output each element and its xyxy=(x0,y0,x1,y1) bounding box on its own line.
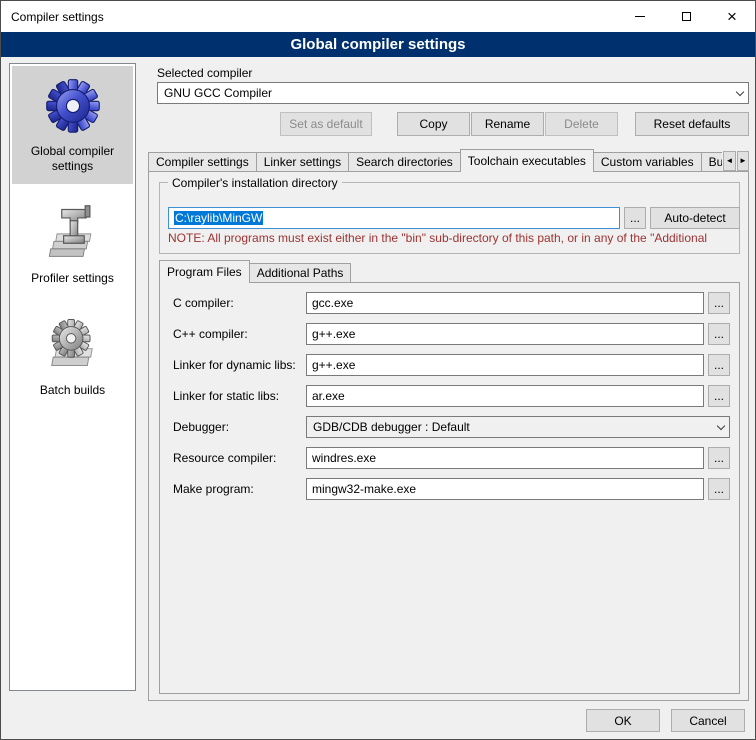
profiler-icon xyxy=(43,202,103,262)
program-files-panel: C compiler: gcc.exe ... C++ compiler: g+… xyxy=(159,282,740,694)
selected-compiler-select[interactable]: GNU GCC Compiler xyxy=(157,82,749,104)
tab-compiler-settings[interactable]: Compiler settings xyxy=(148,152,257,171)
cancel-button[interactable]: Cancel xyxy=(671,709,745,732)
minimize-button[interactable] xyxy=(617,1,663,32)
chevron-down-icon xyxy=(712,417,729,437)
cpp-compiler-value: g++.exe xyxy=(312,327,355,341)
dialog-header: Global compiler settings xyxy=(1,32,755,57)
tab-scroll-left-icon: ◄ xyxy=(726,157,734,165)
tab-scroll-left-button[interactable]: ◄ xyxy=(723,151,736,171)
field-label-debugger: Debugger: xyxy=(173,416,229,438)
sidebar-item-batch-builds[interactable]: Batch builds xyxy=(12,305,133,408)
delete-button[interactable]: Delete xyxy=(545,112,618,136)
c-compiler-value: gcc.exe xyxy=(312,296,353,310)
selected-compiler-value: GNU GCC Compiler xyxy=(158,86,731,100)
static-linker-browse-button[interactable]: ... xyxy=(708,385,730,407)
dynamic-linker-value: g++.exe xyxy=(312,358,355,372)
tab-additional-paths[interactable]: Additional Paths xyxy=(249,263,352,282)
dynamic-linker-browse-button[interactable]: ... xyxy=(708,354,730,376)
tab-build-options[interactable]: Buil xyxy=(701,152,722,171)
set-as-default-button[interactable]: Set as default xyxy=(280,112,372,136)
field-label-static-linker: Linker for static libs: xyxy=(173,385,279,407)
static-linker-input[interactable]: ar.exe xyxy=(306,385,704,407)
rename-button[interactable]: Rename xyxy=(471,112,544,136)
toolchain-tab-panel: Compiler's installation directory C:\ray… xyxy=(148,171,749,701)
installation-directory-value: C:\raylib\MinGW xyxy=(174,211,263,225)
reset-defaults-button[interactable]: Reset defaults xyxy=(635,112,749,136)
bin-subdirectory-note: NOTE: All programs must exist either in … xyxy=(168,231,756,245)
field-label-make-program: Make program: xyxy=(173,478,254,500)
field-label-c-compiler: C compiler: xyxy=(173,292,234,314)
program-files-tabstrip: Program Files Additional Paths xyxy=(159,260,559,283)
chevron-down-icon xyxy=(731,83,748,103)
make-program-browse-button[interactable]: ... xyxy=(708,478,730,500)
resource-compiler-input[interactable]: windres.exe xyxy=(306,447,704,469)
window-controls: × xyxy=(617,1,755,32)
settings-category-list: Global compiler settings Profiler settin… xyxy=(9,63,136,691)
tab-linker-settings[interactable]: Linker settings xyxy=(256,152,349,171)
c-compiler-browse-button[interactable]: ... xyxy=(708,292,730,314)
resource-compiler-value: windres.exe xyxy=(312,451,376,465)
sidebar-item-global-compiler-settings[interactable]: Global compiler settings xyxy=(12,66,133,184)
tab-toolchain-executables[interactable]: Toolchain executables xyxy=(460,149,594,172)
installation-directory-group: Compiler's installation directory C:\ray… xyxy=(159,182,740,254)
field-label-dynamic-linker: Linker for dynamic libs: xyxy=(173,354,296,376)
copy-button[interactable]: Copy xyxy=(397,112,470,136)
resource-compiler-browse-button[interactable]: ... xyxy=(708,447,730,469)
window-title: Compiler settings xyxy=(1,10,104,24)
make-program-value: mingw32-make.exe xyxy=(312,482,416,496)
tab-custom-variables[interactable]: Custom variables xyxy=(593,152,702,171)
maximize-icon xyxy=(682,12,691,21)
field-label-cpp-compiler: C++ compiler: xyxy=(173,323,248,345)
installation-directory-group-title: Compiler's installation directory xyxy=(168,176,342,190)
main-tabstrip: Compiler settings Linker settings Search… xyxy=(148,149,722,172)
batch-builds-icon xyxy=(43,314,103,374)
sidebar-item-label: Batch builds xyxy=(40,383,105,398)
installation-directory-browse-button[interactable]: ... xyxy=(624,207,646,229)
tab-search-directories[interactable]: Search directories xyxy=(348,152,461,171)
tab-scroll-right-button[interactable]: ► xyxy=(737,151,749,171)
selected-compiler-label: Selected compiler xyxy=(157,66,252,80)
close-button[interactable]: × xyxy=(709,1,755,32)
maximize-button[interactable] xyxy=(663,1,709,32)
installation-directory-input[interactable]: C:\raylib\MinGW xyxy=(168,207,620,229)
gear-blue-icon xyxy=(43,75,103,135)
cpp-compiler-input[interactable]: g++.exe xyxy=(306,323,704,345)
dynamic-linker-input[interactable]: g++.exe xyxy=(306,354,704,376)
close-icon: × xyxy=(727,8,737,25)
ok-button[interactable]: OK xyxy=(586,709,660,732)
tab-scroll-right-icon: ► xyxy=(739,157,747,165)
c-compiler-input[interactable]: gcc.exe xyxy=(306,292,704,314)
compiler-settings-dialog: Compiler settings × Global compiler sett… xyxy=(0,0,756,740)
cpp-compiler-browse-button[interactable]: ... xyxy=(708,323,730,345)
static-linker-value: ar.exe xyxy=(312,389,345,403)
debugger-select[interactable]: GDB/CDB debugger : Default xyxy=(306,416,730,438)
make-program-input[interactable]: mingw32-make.exe xyxy=(306,478,704,500)
field-label-resource-compiler: Resource compiler: xyxy=(173,447,276,469)
debugger-value: GDB/CDB debugger : Default xyxy=(307,420,712,434)
tab-program-files[interactable]: Program Files xyxy=(159,260,250,283)
minimize-icon xyxy=(635,16,645,17)
titlebar[interactable]: Compiler settings × xyxy=(1,1,755,32)
sidebar-item-profiler-settings[interactable]: Profiler settings xyxy=(12,193,133,296)
auto-detect-button[interactable]: Auto-detect xyxy=(650,207,740,229)
sidebar-item-label: Profiler settings xyxy=(31,271,114,286)
sidebar-item-label: Global compiler settings xyxy=(14,144,131,174)
dialog-header-title: Global compiler settings xyxy=(290,36,465,53)
